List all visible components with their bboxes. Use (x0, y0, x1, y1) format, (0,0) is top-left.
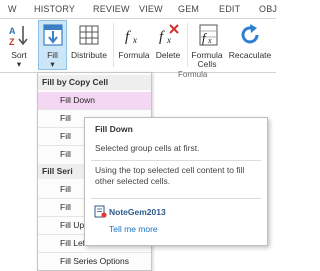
formula-cells-label-line2: Cells (197, 59, 217, 69)
fill-down-icon (42, 23, 64, 49)
svg-text:f: f (125, 29, 131, 45)
tooltip-divider (91, 160, 261, 161)
distribute-label: Distribute (71, 50, 107, 60)
tooltip-description-long: Using the top selected cell content to f… (95, 165, 245, 186)
tab-view[interactable]: VIEW (139, 4, 163, 14)
ribbon-separator (187, 23, 188, 67)
delete-label: Delete (155, 50, 181, 60)
delete-function-icon: f x (156, 23, 180, 49)
tab-edit[interactable]: EDIT (219, 4, 240, 14)
menu-section-header: Fill by Copy Cell (38, 75, 151, 90)
distribute-icon (77, 23, 101, 49)
svg-text:f: f (159, 29, 165, 45)
formula-button[interactable]: f x Formula (116, 21, 152, 69)
tab-review[interactable]: REVIEW (93, 4, 130, 14)
recaculate-button[interactable]: Recaculate (226, 21, 274, 69)
formula-group-label: Formula (178, 70, 208, 79)
fill-down-tooltip: Fill Down Selected group cells at first.… (84, 117, 268, 246)
tooltip-brand: NoteGem2013 (109, 207, 166, 217)
svg-text:x: x (207, 36, 212, 45)
formula-label: Formula (118, 50, 150, 60)
tooltip-divider (91, 198, 261, 199)
recaculate-label: Recaculate (228, 50, 272, 60)
tab-history[interactable]: HISTORY (34, 4, 75, 14)
function-icon: f x (122, 23, 146, 49)
svg-text:Z: Z (9, 37, 15, 47)
tab-obj[interactable]: OBJ (259, 4, 277, 14)
svg-text:x: x (166, 35, 171, 45)
tab-gem[interactable]: GEM (178, 4, 199, 14)
sort-button[interactable]: A Z Sort ▾ (2, 21, 36, 69)
distribute-button[interactable]: Distribute (68, 21, 110, 69)
svg-text:A: A (9, 26, 16, 36)
tooltip-title: Fill Down (95, 124, 133, 134)
tooltip-description-short: Selected group cells at first. (95, 143, 200, 153)
tab-w[interactable]: W (8, 4, 17, 14)
ribbon-tabs: W HISTORY REVIEW VIEW GEM EDIT OBJ (0, 0, 277, 19)
sort-dropdown-icon: ▾ (16, 59, 22, 69)
formula-cells-icon: f x (195, 23, 219, 49)
notegem-logo-icon (94, 205, 107, 220)
tell-me-more-link[interactable]: Tell me more (109, 224, 158, 234)
ribbon: A Z Sort ▾ Fill ▾ Distribute f x Formula… (0, 19, 276, 79)
menu-item-fill-series-options[interactable]: Fill Series Options (38, 253, 151, 270)
formula-cells-button[interactable]: f x Formula Cells (189, 21, 225, 69)
sort-icon: A Z (7, 23, 31, 49)
ribbon-separator (113, 23, 114, 67)
fill-button[interactable]: Fill ▾ (38, 20, 67, 70)
delete-formula-button[interactable]: f x Delete (152, 21, 184, 69)
fill-dropdown-icon: ▾ (50, 59, 55, 69)
svg-text:x: x (132, 35, 137, 45)
menu-item-fill-down[interactable]: Fill Down (38, 92, 151, 109)
refresh-icon (238, 23, 262, 49)
